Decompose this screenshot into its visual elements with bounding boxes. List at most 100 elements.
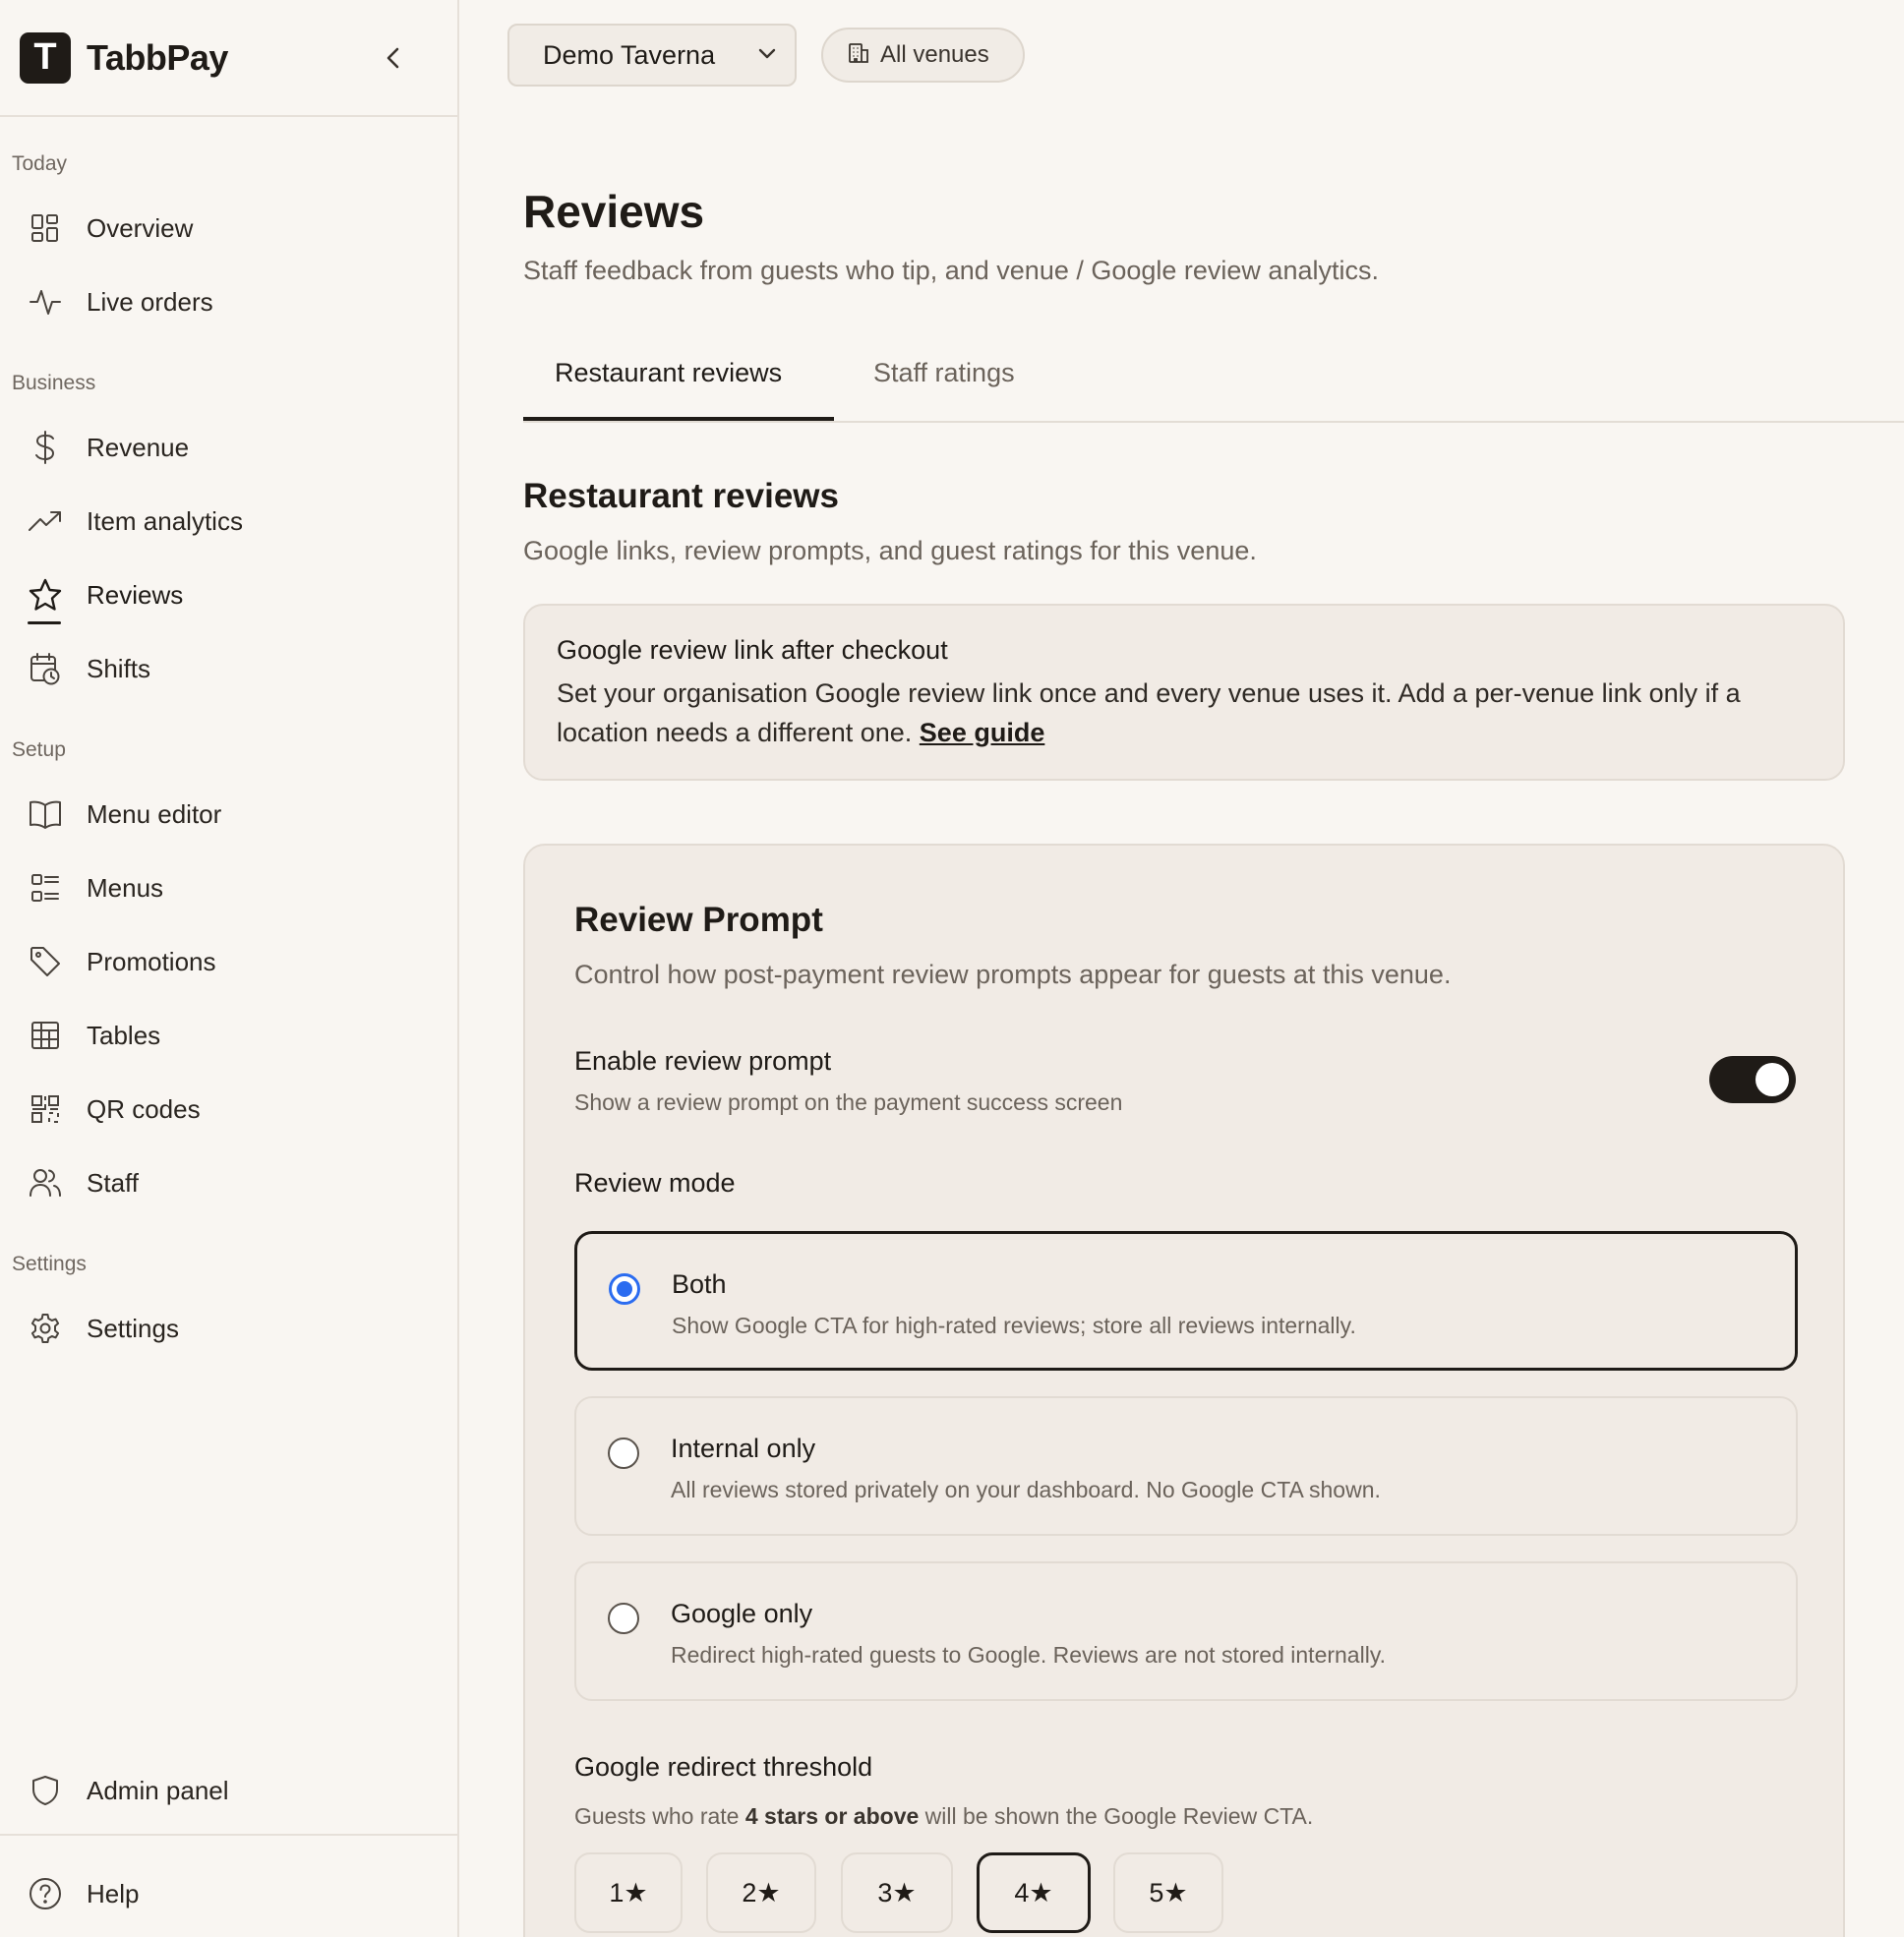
users-icon xyxy=(28,1165,63,1201)
enable-review-prompt-label: Enable review prompt xyxy=(574,1046,832,1076)
info-card-title: Google review link after checkout xyxy=(557,635,948,665)
sidebar-item-label: Item analytics xyxy=(87,505,243,536)
sidebar-item-live-orders[interactable]: Live orders xyxy=(28,280,213,323)
chevron-left-icon xyxy=(387,47,399,68)
tabs-divider xyxy=(523,421,1904,423)
review-prompt-card: Review Prompt Control how post-payment r… xyxy=(523,844,1845,1937)
tab-restaurant-reviews[interactable]: Restaurant reviews xyxy=(555,358,782,388)
building-icon xyxy=(847,41,870,70)
calendar-clock-icon xyxy=(28,651,63,686)
sidebar-item-qr-codes[interactable]: QR codes xyxy=(28,1087,201,1131)
sidebar-item-label: Shifts xyxy=(87,653,151,683)
sidebar-item-label: Help xyxy=(87,1878,140,1908)
option-desc: All reviews stored privately on your das… xyxy=(671,1477,1381,1502)
nav-section-settings: Settings xyxy=(12,1253,87,1275)
threshold-desc-prefix: Guests who rate xyxy=(574,1803,740,1829)
sidebar-item-label: Live orders xyxy=(87,286,213,317)
active-tab-indicator xyxy=(523,417,834,421)
sidebar-item-label: Menus xyxy=(87,872,164,903)
shield-icon xyxy=(28,1773,63,1808)
sidebar-item-menu-editor[interactable]: Menu editor xyxy=(28,792,221,836)
active-indicator xyxy=(28,621,61,624)
tab-staff-ratings[interactable]: Staff ratings xyxy=(873,358,1015,388)
page-title: Reviews xyxy=(523,186,705,237)
review-mode-google-only[interactable]: Google only Redirect high-rated guests t… xyxy=(574,1561,1798,1701)
option-title: Internal only xyxy=(671,1434,816,1463)
threshold-desc-suffix: will be shown the Google Review CTA. xyxy=(924,1803,1314,1829)
sidebar-item-label: Menu editor xyxy=(87,798,222,829)
book-open-icon xyxy=(28,796,63,832)
option-desc: Show Google CTA for high-rated reviews; … xyxy=(672,1313,1356,1338)
nav-section-today: Today xyxy=(12,152,68,175)
venue-select[interactable]: Demo Taverna xyxy=(507,24,797,87)
option-desc: Redirect high-rated guests to Google. Re… xyxy=(671,1642,1387,1668)
radio-button[interactable] xyxy=(608,1603,639,1634)
info-card-text: Set your organisation Google review link… xyxy=(557,678,1741,747)
brand-logo[interactable]: T xyxy=(20,31,71,84)
sidebar-item-label: Settings xyxy=(87,1313,179,1343)
sidebar-item-label: Reviews xyxy=(87,579,184,610)
sidebar: T TabbPay Today Overview Live orders Bus… xyxy=(0,0,459,1937)
grid-icon xyxy=(28,210,63,246)
dollar-icon xyxy=(28,430,63,465)
google-redirect-threshold-desc: Guests who rate 4 stars or above will be… xyxy=(574,1803,1313,1830)
sidebar-item-label: Promotions xyxy=(87,946,216,976)
sidebar-item-help[interactable]: Help xyxy=(28,1872,139,1915)
sidebar-item-admin-panel[interactable]: Admin panel xyxy=(28,1769,229,1812)
list-icon xyxy=(28,870,63,906)
help-circle-icon xyxy=(28,1876,63,1911)
activity-icon xyxy=(28,284,63,320)
nav-section-business: Business xyxy=(12,372,96,394)
brand-name: TabbPay xyxy=(87,36,228,78)
sidebar-item-shifts[interactable]: Shifts xyxy=(28,647,150,690)
info-card-body: Set your organisation Google review link… xyxy=(557,674,1812,752)
section-title: Restaurant reviews xyxy=(523,477,839,515)
sidebar-item-reviews[interactable]: Reviews xyxy=(28,573,183,616)
chevron-down-icon xyxy=(757,46,777,65)
trending-up-icon xyxy=(28,503,63,539)
collapse-sidebar-button[interactable] xyxy=(377,41,410,75)
sidebar-item-item-analytics[interactable]: Item analytics xyxy=(28,499,243,543)
all-venues-button[interactable]: All venues xyxy=(821,28,1025,83)
page-subtitle: Staff feedback from guests who tip, and … xyxy=(523,256,1379,285)
sidebar-item-promotions[interactable]: Promotions xyxy=(28,940,216,983)
sidebar-item-label: Admin panel xyxy=(87,1775,229,1805)
threshold-2-star-button[interactable]: 2★ xyxy=(706,1852,816,1933)
table-icon xyxy=(28,1018,63,1053)
nav-section-setup: Setup xyxy=(12,738,66,761)
gear-icon xyxy=(28,1311,63,1346)
brand-header: T TabbPay xyxy=(0,0,457,117)
review-mode-label: Review mode xyxy=(574,1168,736,1198)
sidebar-item-revenue[interactable]: Revenue xyxy=(28,426,189,469)
divider xyxy=(0,1834,459,1836)
review-mode-internal-only[interactable]: Internal only All reviews stored private… xyxy=(574,1396,1798,1536)
toggle-knob xyxy=(1755,1063,1789,1096)
enable-review-prompt-desc: Show a review prompt on the payment succ… xyxy=(574,1089,1123,1115)
sidebar-item-overview[interactable]: Overview xyxy=(28,206,193,250)
enable-review-prompt-toggle[interactable] xyxy=(1709,1056,1796,1103)
google-redirect-threshold-label: Google redirect threshold xyxy=(574,1752,873,1782)
threshold-4-star-button[interactable]: 4★ xyxy=(977,1852,1091,1933)
threshold-1-star-button[interactable]: 1★ xyxy=(574,1852,683,1933)
threshold-desc-bold: 4 stars or above xyxy=(744,1803,920,1829)
threshold-3-star-button[interactable]: 3★ xyxy=(841,1852,953,1933)
qr-code-icon xyxy=(28,1091,63,1127)
threshold-5-star-button[interactable]: 5★ xyxy=(1113,1852,1223,1933)
option-title: Both xyxy=(672,1269,727,1299)
sidebar-item-staff[interactable]: Staff xyxy=(28,1161,139,1204)
section-subtitle: Google links, review prompts, and guest … xyxy=(523,536,1257,565)
tag-icon xyxy=(28,944,63,979)
sidebar-item-settings[interactable]: Settings xyxy=(28,1307,179,1350)
see-guide-link[interactable]: See guide xyxy=(920,718,1045,747)
radio-button[interactable] xyxy=(608,1438,639,1469)
review-mode-both[interactable]: Both Show Google CTA for high-rated revi… xyxy=(574,1231,1798,1371)
review-prompt-title: Review Prompt xyxy=(574,901,823,939)
review-prompt-subtitle: Control how post-payment review prompts … xyxy=(574,960,1452,989)
all-venues-label: All venues xyxy=(880,41,989,68)
radio-button[interactable] xyxy=(609,1273,640,1305)
sidebar-item-menus[interactable]: Menus xyxy=(28,866,163,910)
sidebar-item-label: QR codes xyxy=(87,1093,201,1124)
sidebar-item-label: Revenue xyxy=(87,432,190,462)
sidebar-item-tables[interactable]: Tables xyxy=(28,1014,160,1057)
venue-select-value: Demo Taverna xyxy=(543,39,716,70)
